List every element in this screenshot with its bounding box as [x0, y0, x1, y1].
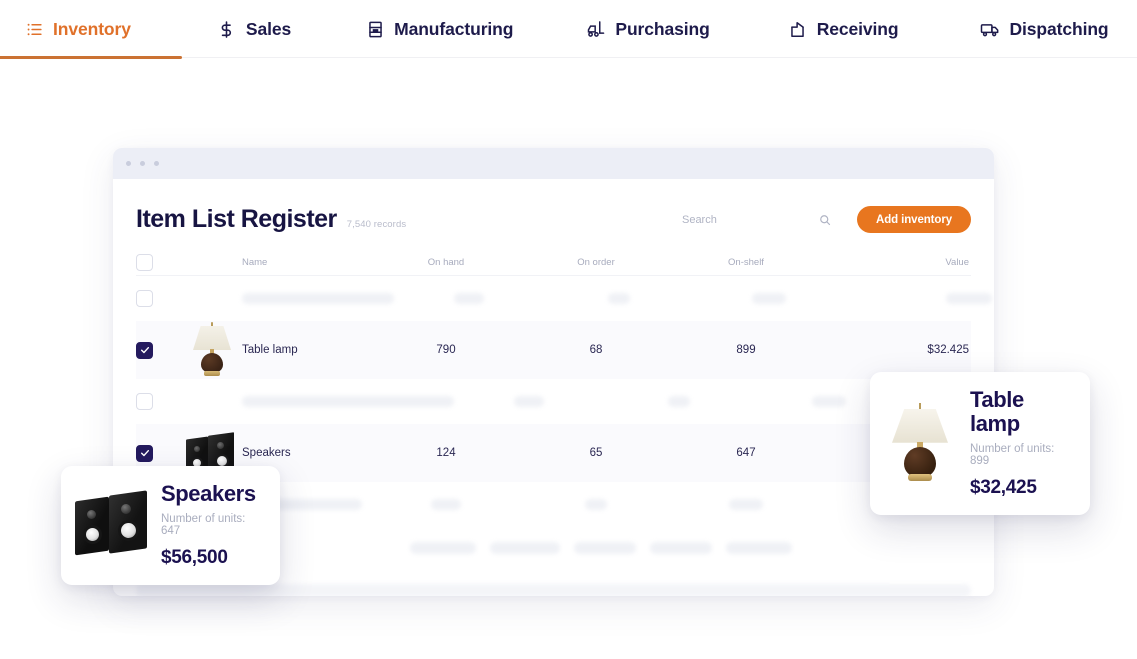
table-row-placeholder	[136, 379, 971, 424]
select-all-cell	[136, 254, 182, 271]
nav-item-label: Purchasing	[615, 18, 710, 39]
tooltip-price: $32,425	[970, 477, 1037, 499]
nav-item-list: Inventory Sales Manufacturing Purchasing…	[0, 0, 1137, 58]
row-select-cell	[136, 290, 182, 307]
nav-item-manufacturing[interactable]: Manufacturing	[365, 0, 513, 58]
row-checkbox[interactable]	[136, 290, 153, 307]
row-on-order: 68	[589, 344, 603, 356]
dollar-icon	[217, 19, 237, 39]
nav-item-purchasing[interactable]: Purchasing	[586, 0, 710, 58]
tooltip-card-text: Speakers Number of units: 647 $56,500	[161, 481, 260, 569]
nav-item-label: Dispatching	[1009, 18, 1109, 39]
col-header-name: Name	[242, 257, 268, 268]
list-icon	[24, 19, 44, 39]
search-input[interactable]	[677, 207, 833, 232]
placeholder-on-hand	[454, 396, 604, 407]
row-checkbox[interactable]	[136, 393, 153, 410]
nav-item-dispatching[interactable]: Dispatching	[980, 0, 1109, 58]
col-header-on-order: On order	[577, 257, 615, 268]
placeholder-on-order	[604, 396, 754, 407]
search-box[interactable]	[677, 207, 833, 232]
active-tab-underline	[0, 56, 182, 59]
row-select-cell	[136, 341, 182, 359]
table-header-row: Name On hand On order On-shelf Value	[136, 250, 971, 276]
row-checkbox[interactable]	[136, 444, 153, 462]
nav-item-sales[interactable]: Sales	[217, 0, 291, 58]
forklift-icon	[586, 19, 606, 39]
tooltip-units: Number of units: 899	[970, 443, 1055, 468]
col-header-on-shelf: On-shelf	[728, 257, 764, 268]
table-lamp-image	[884, 401, 956, 487]
table-row[interactable]: Table lamp 790 68 899 $32.425	[136, 321, 971, 379]
row-name: Table lamp	[242, 344, 298, 356]
nav-item-inventory[interactable]: Inventory	[24, 0, 131, 58]
row-on-shelf: 899	[736, 344, 756, 356]
row-on-order: 65	[589, 447, 603, 459]
window-titlebar	[113, 148, 994, 179]
row-on-shelf: 647	[736, 447, 756, 459]
tooltip-card-text: Table lamp Number of units: 899 $32,425	[970, 387, 1070, 499]
row-select-cell	[136, 444, 182, 462]
placeholder-on-order	[521, 499, 671, 510]
col-header-value: Value	[945, 257, 969, 268]
window-dot-close[interactable]	[126, 161, 131, 166]
select-all-checkbox[interactable]	[136, 254, 153, 271]
tooltip-title: Table lamp	[970, 387, 1024, 437]
col-header-on-hand: On hand	[427, 257, 465, 268]
row-checkbox[interactable]	[136, 341, 153, 359]
tooltip-card-table-lamp: Table lamp Number of units: 899 $32,425	[870, 372, 1090, 516]
row-on-hand: 790	[436, 344, 456, 356]
tooltip-card-speakers: Speakers Number of units: 647 $56,500	[61, 466, 280, 586]
page-title: Item List Register	[136, 205, 337, 233]
tooltip-price: $56,500	[161, 547, 228, 569]
panel-header: Item List Register 7,540 records Add inv…	[136, 179, 971, 238]
record-count: 7,540 records	[346, 218, 407, 230]
row-value: $32.425	[927, 344, 969, 356]
placeholder-value	[844, 293, 994, 304]
placeholder-on-shelf	[671, 499, 821, 510]
placeholder-name	[242, 396, 454, 407]
nav-item-label: Receiving	[816, 18, 899, 39]
nav-item-receiving[interactable]: Receiving	[788, 0, 899, 58]
inbox-arrow-icon	[788, 19, 808, 39]
top-navigation: Inventory Sales Manufacturing Purchasing…	[0, 0, 1137, 59]
add-inventory-button[interactable]: Add inventory	[856, 206, 971, 233]
table-row-placeholder	[136, 276, 992, 321]
truck-icon	[980, 19, 1000, 39]
nav-item-label: Inventory	[53, 18, 131, 39]
tooltip-title: Speakers	[161, 481, 256, 506]
speakers-image	[75, 483, 147, 569]
row-thumb-cell	[182, 322, 242, 378]
window-dot-maximize[interactable]	[154, 161, 159, 166]
row-select-cell	[136, 393, 182, 410]
row-on-hand: 124	[436, 447, 456, 459]
tooltip-units: Number of units: 647	[161, 513, 246, 538]
placeholder-on-hand	[394, 293, 544, 304]
placeholder-on-order	[544, 293, 694, 304]
row-name: Speakers	[242, 447, 291, 459]
placeholder-on-shelf	[694, 293, 844, 304]
nav-item-label: Manufacturing	[394, 18, 514, 39]
placeholder-on-hand	[371, 499, 521, 510]
factory-rack-icon	[365, 19, 385, 39]
nav-item-label: Sales	[245, 18, 292, 39]
window-dot-minimize[interactable]	[140, 161, 145, 166]
table-lamp-image	[184, 322, 240, 378]
placeholder-name	[242, 293, 394, 304]
